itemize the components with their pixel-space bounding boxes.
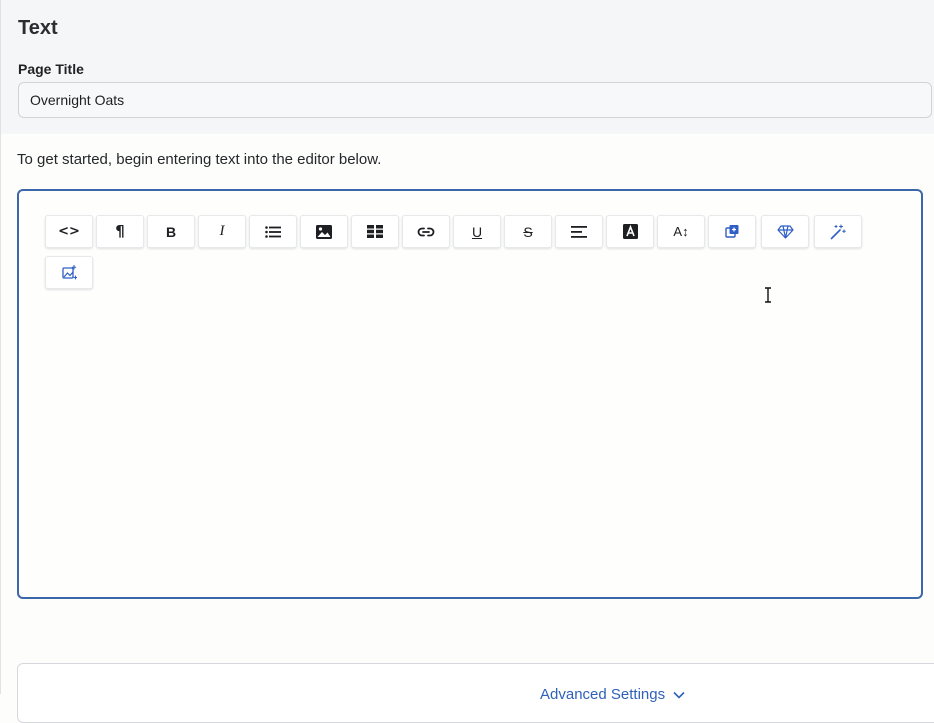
magic-wand-icon: [830, 223, 846, 239]
bullet-list-button[interactable]: [249, 215, 297, 248]
align-button[interactable]: [555, 215, 603, 248]
page-title-input[interactable]: [18, 82, 932, 118]
left-divider: [0, 134, 1, 694]
strikethrough-button[interactable]: S: [504, 215, 552, 248]
advanced-settings-panel[interactable]: Advanced Settings: [17, 663, 934, 723]
font-size-button[interactable]: A↕: [657, 215, 705, 248]
paragraph-button[interactable]: ¶: [96, 215, 144, 248]
font-size-icon: A↕: [673, 224, 689, 239]
ai-image-icon: [62, 264, 77, 280]
advanced-settings-toggle[interactable]: Advanced Settings: [540, 686, 685, 703]
ai-magic-button[interactable]: [814, 215, 862, 248]
underline-button[interactable]: U: [453, 215, 501, 248]
insert-image-button[interactable]: [300, 215, 348, 248]
bold-icon: B: [165, 223, 177, 240]
ai-image-button[interactable]: [45, 256, 93, 289]
code-icon: <>: [58, 224, 80, 239]
italic-button[interactable]: I: [198, 215, 246, 248]
paragraph-icon: ¶: [115, 222, 125, 240]
diamond-icon: [776, 224, 794, 239]
copy-stack-icon: [724, 225, 738, 238]
code-view-button[interactable]: <>: [45, 215, 93, 248]
ai-duplicate-button[interactable]: [708, 215, 756, 248]
ai-premium-button[interactable]: [761, 215, 809, 248]
underline-icon: U: [471, 223, 483, 240]
text-color-icon: [622, 224, 638, 239]
header-panel: Text Page Title: [0, 0, 934, 134]
text-color-button[interactable]: [606, 215, 654, 248]
align-left-icon: [571, 225, 587, 238]
list-icon: [265, 225, 281, 238]
link-icon: [417, 227, 435, 236]
strikethrough-icon: S: [523, 223, 533, 240]
image-icon: [316, 224, 332, 239]
italic-icon: I: [219, 223, 225, 239]
advanced-settings-label: Advanced Settings: [540, 686, 666, 703]
intro-text: To get started, begin entering text into…: [17, 151, 382, 168]
bold-button[interactable]: B: [147, 215, 195, 248]
chevron-down-icon: [673, 691, 685, 699]
table-icon: [367, 225, 383, 238]
page-title-label: Page Title: [18, 61, 84, 77]
text-cursor-icon: [765, 287, 771, 303]
insert-link-button[interactable]: [402, 215, 450, 248]
rich-text-editor[interactable]: <> ¶ B I U S A↕: [17, 189, 923, 599]
section-title: Text: [18, 17, 58, 39]
insert-table-button[interactable]: [351, 215, 399, 248]
